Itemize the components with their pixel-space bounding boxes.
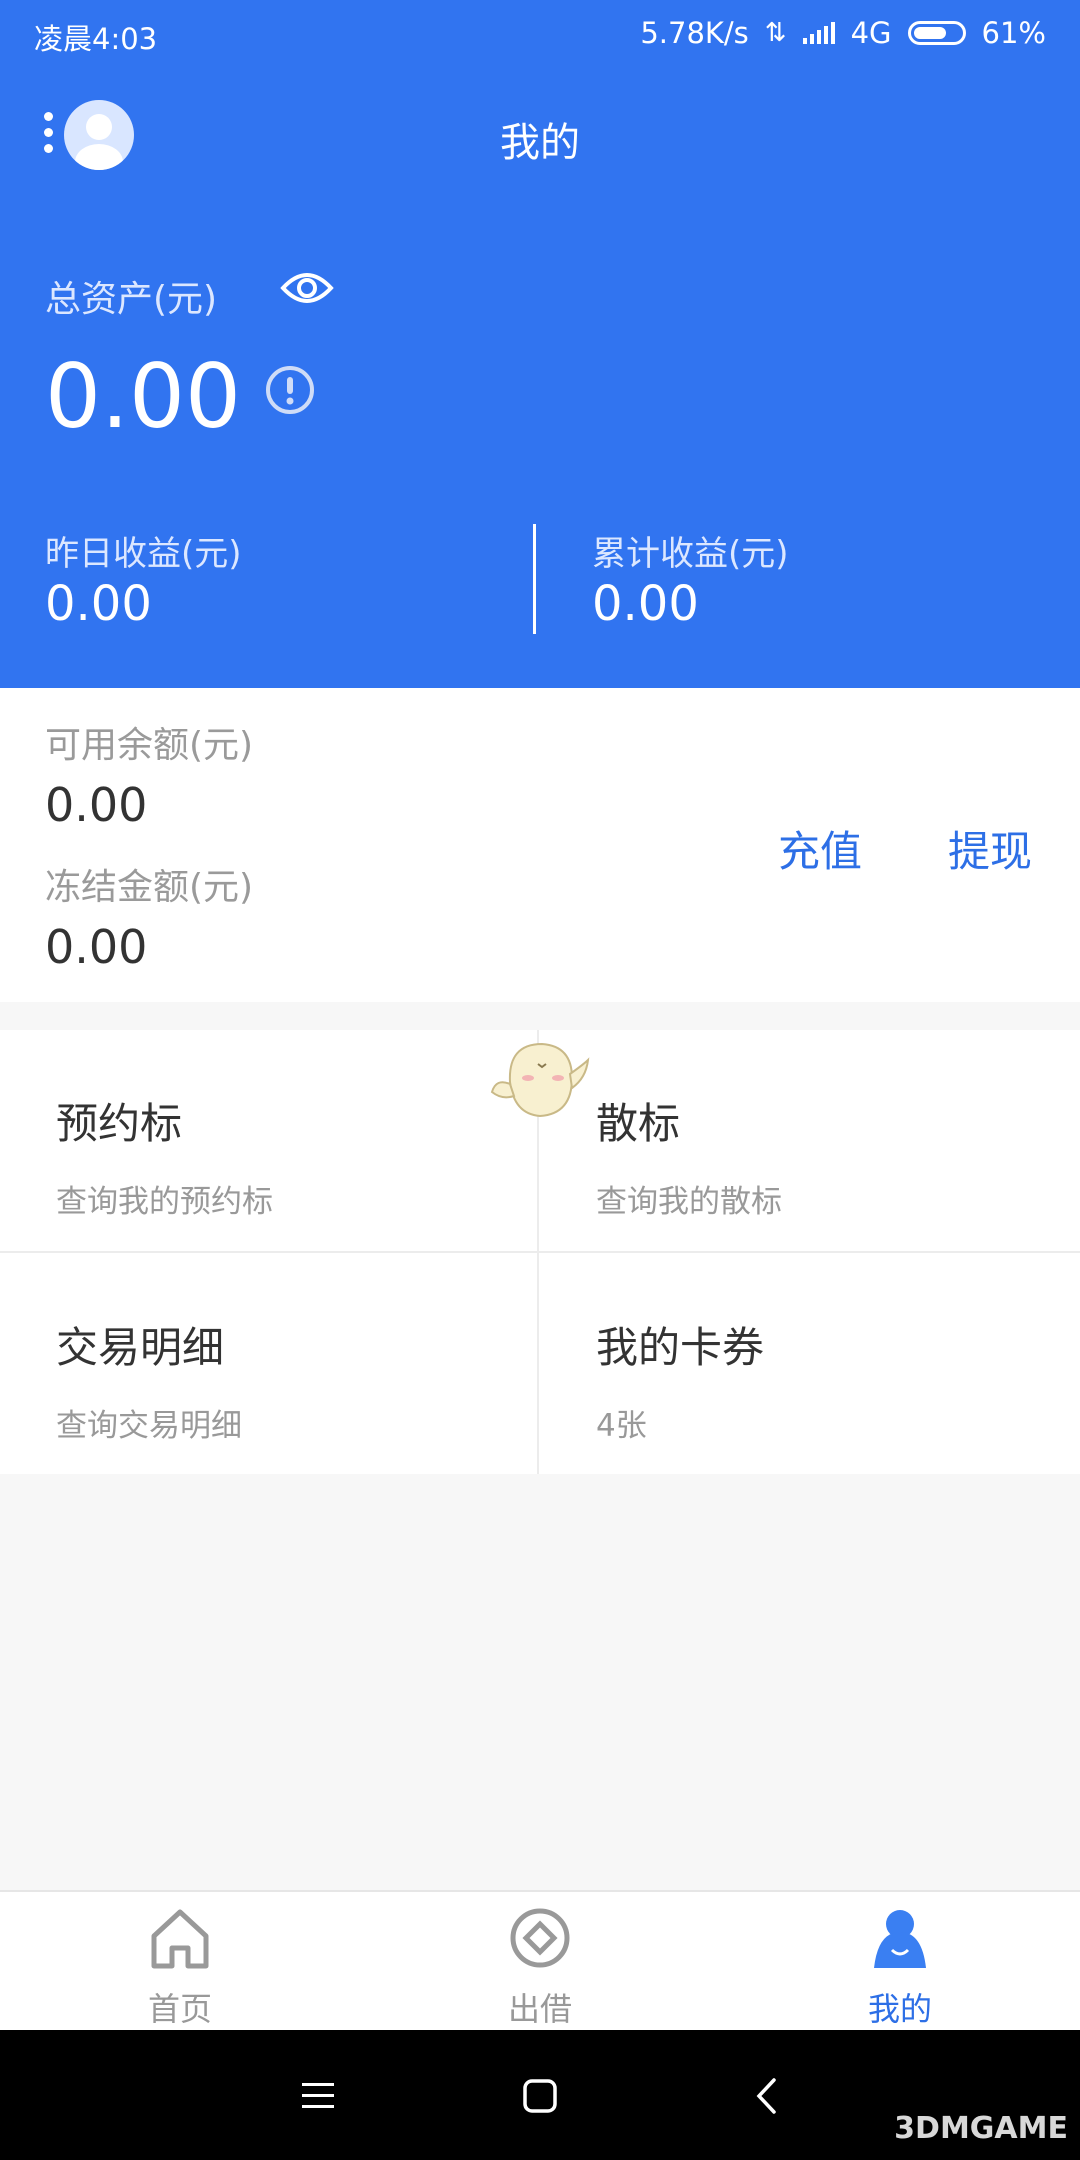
available-balance-value: 0.00 [45,778,148,832]
profile-icon [874,1910,926,1968]
cumulative-earnings-value: 0.00 [592,576,699,632]
grid-item-subtitle: 查询我的散标 [596,1184,782,1220]
network-type: 4G [850,16,892,50]
total-assets-value: 0.00 [45,345,241,448]
status-right: 5.78K/s ⇅ 4G 61% [640,16,1046,50]
info-icon[interactable] [264,364,316,416]
grid-item-coupons[interactable]: 我的卡券 4张 [540,1254,1078,1474]
withdraw-button[interactable]: 提现 [948,818,1032,879]
status-bar: 凌晨4:03 5.78K/s ⇅ 4G 61% [0,0,1080,68]
battery-percent: 61% [981,16,1046,50]
total-assets-label: 总资产(元) [45,279,218,320]
grid-item-subtitle: 查询我的预约标 [56,1184,273,1220]
yesterday-earnings-value: 0.00 [45,576,152,632]
system-navigation-bar: 3DMGAME [0,2030,1080,2160]
watermark: 3DMGAME [894,2111,1068,2146]
grid-item-title: 我的卡券 [596,1323,765,1372]
home-nav-icon[interactable] [522,2078,558,2114]
grid-item-subtitle: 4张 [596,1408,647,1444]
status-time: 凌晨4:03 [34,22,158,56]
data-transfer-icon: ⇅ [764,18,787,48]
frozen-amount-value: 0.00 [45,920,148,974]
grid-divider-horizontal [0,1251,1080,1253]
tab-lend[interactable]: 出借 [440,1892,640,2032]
grid-item-title: 预约标 [56,1099,183,1148]
tab-home[interactable]: 首页 [80,1892,280,2032]
grid-item-transactions[interactable]: 交易明细 查询交易明细 [0,1254,538,1474]
grid-item-subtitle: 查询交易明细 [56,1408,242,1444]
grid-item-title: 交易明细 [56,1323,225,1372]
signal-icon [802,22,835,44]
tab-profile[interactable]: 我的 [800,1892,1000,2032]
eye-icon[interactable] [280,268,334,308]
balance-section: 可用余额(元) 0.00 冻结金额(元) 0.00 充值 提现 [0,688,1080,1002]
home-icon [151,1909,209,1969]
grid-item-reservation[interactable]: 预约标 查询我的预约标 [0,1030,538,1250]
tab-profile-label: 我的 [867,1990,932,2028]
battery-icon [907,21,966,45]
cumulative-earnings-label: 累计收益(元) [592,534,789,574]
grid-item-loans[interactable]: 散标 查询我的散标 [540,1030,1078,1250]
tab-lend-label: 出借 [507,1990,572,2028]
divider [533,524,536,634]
available-balance-label: 可用余额(元) [45,725,254,766]
grid-item-title: 散标 [596,1099,681,1148]
tab-home-label: 首页 [147,1990,212,2028]
yesterday-earnings-label: 昨日收益(元) [45,534,242,574]
menu-icon[interactable] [300,2080,336,2112]
mascot-icon [490,1042,590,1118]
top-bar: 我的 [0,90,1080,186]
lend-icon [510,1908,570,1968]
recharge-button[interactable]: 充值 [778,818,862,879]
frozen-amount-label: 冻结金额(元) [45,867,254,908]
bottom-tab-bar: 首页 出借 我的 [0,1890,1080,2032]
network-speed: 5.78K/s [640,16,749,50]
back-icon[interactable] [754,2076,778,2116]
page-title: 我的 [500,120,580,166]
